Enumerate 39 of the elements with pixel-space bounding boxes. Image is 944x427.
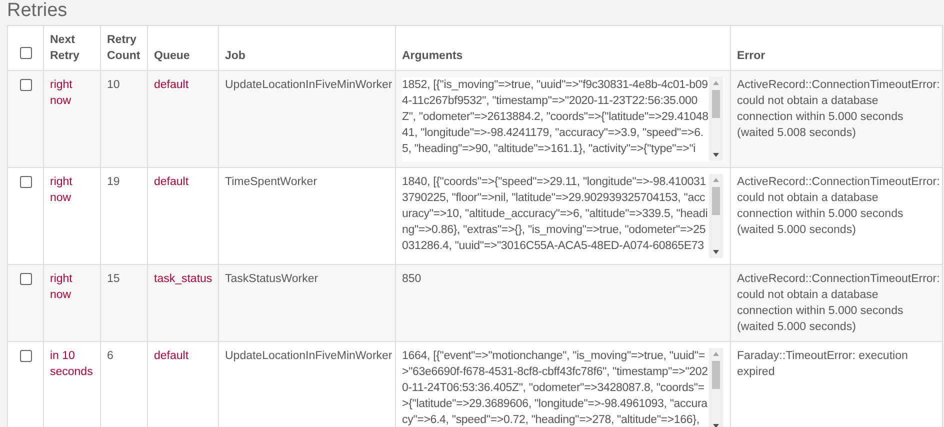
checkbox[interactable]	[20, 273, 32, 285]
checkbox[interactable]	[20, 79, 32, 91]
arguments-textarea[interactable]: 1840, [{"coords"=>{"speed"=>29.11, "longitude"=>-98.4100313790225, "floor"=>nil, "latitude"=>29.902939325704153, "accuracy"=>10, "altitude_accuracy"=>6, "altitude"=>339.5, "heading"=>0.86}, "extras"=>{}, "is_moving"=>true, "odometer"=>25031286.4, "uuid"=>"3016C55A-ACA5-48ED-A074-60865E73	[402, 174, 724, 258]
queue-name: default	[154, 79, 189, 91]
column-header: Job	[225, 50, 246, 62]
arguments-textarea[interactable]: 1664, [{"event"=>"motionchange", "is_moving"=>true, "uuid"=>"63e6690f-f678-4531-8cf8-cbff43fc78f6", "timestamp"=>"2020-11-24T06:53:36.405Z", "odometer"=>3428087.8, "coords"=>{"latitude"=>29.3689606, "longitude"=>-98.4961093, "accuracy"=>6.4, "speed"=>0.72, "heading"=>278, "altitude"=>166},	[402, 348, 724, 427]
queue-name: default	[154, 176, 189, 188]
scrollbar[interactable]	[709, 77, 723, 161]
job-name: TaskStatusWorker	[225, 273, 318, 285]
next-retry-time: right now	[50, 273, 72, 301]
error-message: ActiveRecord::ConnectionTimeoutError: could not obtain a database connection within 5.000 seconds (waited 5.000 seconds)	[737, 273, 940, 333]
column-header: Arguments	[402, 50, 463, 62]
arguments-textarea[interactable]: 1852, [{"is_moving"=>true, "uuid"=>"f9c30831-4e8b-4c01-b094-11c267bf9532", "timestamp"=>"2020-11-23T22:56:35.000Z", "odometer"=>2613884.2, "coords"=>{"latitude"=>29.4104841, "longitude"=>-98.4241179, "accuracy"=>3.9, "speed"=>6.5, "heading"=>90, "altitude"=>161.1}, "activity"=>{"type"=>"i	[402, 77, 724, 161]
job-name: TimeSpentWorker	[225, 176, 318, 188]
error-message: ActiveRecord::ConnectionTimeoutError: could not obtain a database connection within 5.000 seconds (waited 5.008 seconds)	[737, 79, 940, 139]
checkbox[interactable]	[20, 176, 32, 188]
queue-name: task_status	[154, 273, 212, 285]
next-retry-time: right now	[50, 79, 72, 107]
column-header: Error	[737, 50, 766, 62]
queue-name: default	[154, 350, 189, 362]
job-name: UpdateLocationInFiveMinWorker	[225, 79, 392, 91]
column-header: Next Retry	[50, 34, 80, 62]
job-name: UpdateLocationInFiveMinWorker	[225, 350, 392, 362]
retry-count: 10	[107, 79, 120, 91]
error-message: ActiveRecord::ConnectionTimeoutError: could not obtain a database connection within 5.000 seconds (waited 5.000 seconds)	[737, 176, 940, 236]
column-header: Queue	[154, 50, 190, 62]
checkbox[interactable]	[20, 350, 32, 362]
error-message: Faraday::TimeoutError: execution expired	[737, 350, 908, 378]
retry-count: 15	[107, 273, 120, 285]
column-header: Retry Count	[107, 34, 140, 62]
arguments-text: 850	[402, 273, 422, 285]
retry-count: 6	[107, 350, 114, 362]
checkbox[interactable]	[20, 47, 32, 59]
scrollbar[interactable]	[709, 174, 723, 258]
page-title: Retries	[7, 0, 68, 22]
scrollbar[interactable]	[709, 348, 723, 427]
next-retry-time: right now	[50, 176, 72, 204]
next-retry-time: in 10 seconds	[50, 350, 93, 378]
retry-count: 19	[107, 176, 120, 188]
